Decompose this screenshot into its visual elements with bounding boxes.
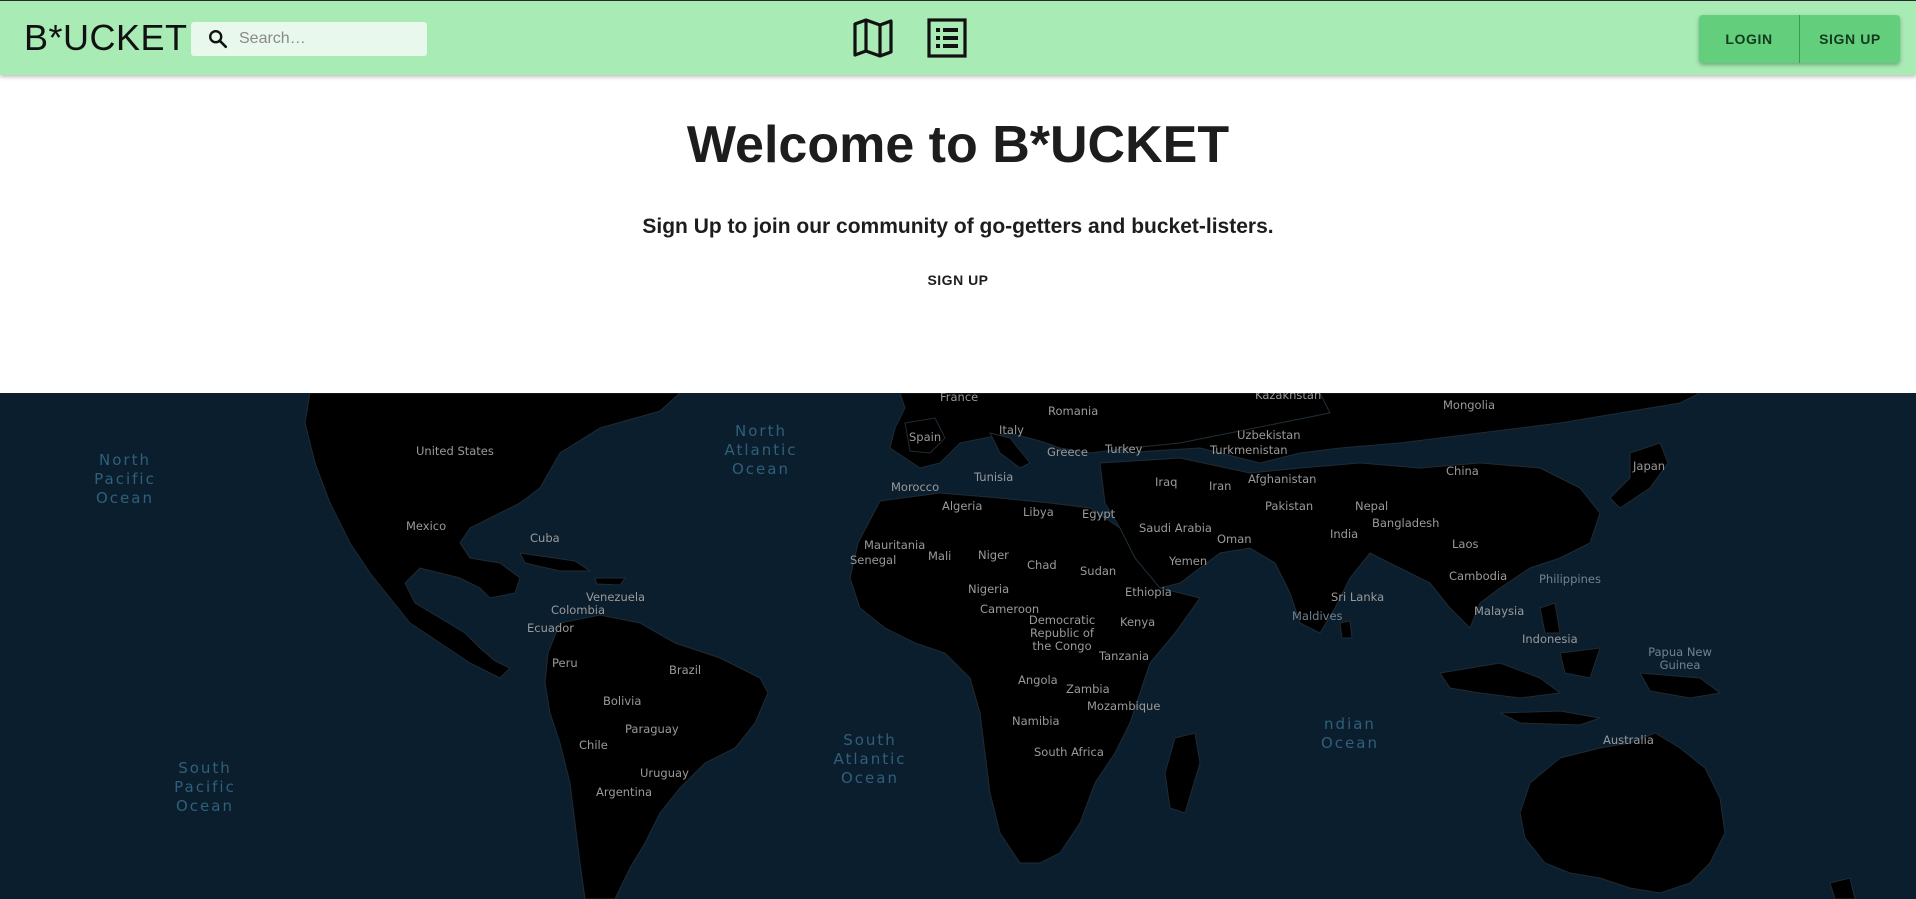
country-label: India (1330, 527, 1359, 541)
country-label: Niger (978, 548, 1009, 562)
country-label: Algeria (942, 499, 983, 513)
country-label: Mozambique (1087, 699, 1161, 713)
country-label: Iraq (1155, 475, 1178, 489)
country-label: Ethiopia (1125, 585, 1172, 599)
app-bar: B*UCKET LOGIN SIGN UP (0, 0, 1916, 75)
world-map-land (304, 393, 1856, 899)
ocean-label: ndian Ocean (1321, 715, 1379, 752)
country-label: Uruguay (640, 766, 689, 780)
ocean-label: North Atlantic Ocean (724, 422, 798, 478)
country-label: Mongolia (1443, 398, 1496, 412)
country-label: Maldives (1292, 609, 1343, 623)
country-label: Kenya (1120, 615, 1156, 629)
country-label: Libya (1023, 505, 1054, 519)
country-label: Turkmenistan (1210, 443, 1288, 457)
country-label: Nigeria (968, 582, 1010, 596)
ocean-label: North Pacific Ocean (94, 451, 156, 507)
country-label: Tanzania (1099, 649, 1150, 663)
country-label: Papua New Guinea (1648, 645, 1712, 672)
hero-signup-button[interactable]: SIGN UP (918, 264, 998, 296)
country-label: Spain (909, 430, 942, 444)
country-label: Kazakhstan (1255, 393, 1322, 402)
country-label: France (940, 393, 979, 404)
country-label: Italy (999, 423, 1024, 437)
country-label: Peru (552, 656, 578, 670)
search-input[interactable] (239, 30, 419, 48)
country-label: Japan (1633, 459, 1666, 473)
country-label: Egypt (1082, 507, 1116, 521)
country-label: Saudi Arabia (1139, 521, 1212, 535)
country-label: Bangladesh (1372, 516, 1440, 530)
country-label: Angola (1018, 673, 1058, 687)
country-label: Turkey (1105, 442, 1143, 456)
country-label: Pakistan (1265, 499, 1314, 513)
hero-subtitle: Sign Up to join our community of go-gett… (642, 215, 1274, 238)
country-label: Brazil (669, 663, 702, 677)
country-label: Nepal (1355, 499, 1389, 513)
auth-button-group: LOGIN SIGN UP (1699, 15, 1900, 63)
country-label: Indonesia (1522, 632, 1578, 646)
login-button[interactable]: LOGIN (1699, 15, 1799, 63)
ocean-label: South Pacific Ocean (174, 759, 236, 815)
brand-logo[interactable]: B*UCKET (24, 18, 188, 58)
signup-button[interactable]: SIGN UP (1799, 15, 1900, 63)
country-label: Mali (928, 549, 952, 563)
country-label: Tunisia (974, 470, 1014, 484)
country-label: Afghanistan (1248, 472, 1317, 486)
country-label: Iran (1209, 479, 1232, 493)
country-label: Namibia (1012, 714, 1060, 728)
country-label: Zambia (1066, 682, 1110, 696)
country-label: Argentina (596, 785, 653, 799)
country-label: Yemen (1169, 554, 1208, 568)
country-label: Romania (1048, 404, 1099, 418)
country-label: Greece (1047, 445, 1088, 459)
search-box[interactable] (191, 22, 427, 56)
country-label: Philippines (1539, 572, 1601, 586)
country-label: Sudan (1080, 564, 1117, 578)
country-label: Cambodia (1449, 569, 1508, 583)
list-icon[interactable] (926, 17, 968, 59)
hero-title: Welcome to B*UCKET (686, 116, 1230, 174)
country-label: Bolivia (603, 694, 642, 708)
country-label: Chile (579, 738, 608, 752)
search-icon (209, 30, 228, 49)
country-label: Democratic Republic of the Congo (1028, 613, 1096, 653)
country-label: Sri Lanka (1331, 590, 1385, 604)
country-label: Morocco (891, 480, 940, 494)
world-map[interactable]: North Pacific Ocean North Atlantic Ocean… (0, 393, 1916, 899)
country-label: Uzbekistan (1237, 428, 1301, 442)
country-label: Ecuador (527, 621, 574, 635)
country-label: Senegal (850, 553, 897, 567)
country-label: United States (416, 444, 494, 458)
country-label: China (1446, 464, 1479, 478)
country-label: Malaysia (1474, 604, 1525, 618)
welcome-hero: Welcome to B*UCKET Sign Up to join our c… (0, 75, 1916, 393)
country-label: Colombia (551, 603, 606, 617)
map-icon[interactable] (852, 17, 894, 59)
country-label: South Africa (1034, 745, 1104, 759)
country-label: Cuba (530, 531, 560, 545)
country-label: Mexico (406, 519, 447, 533)
country-label: Oman (1217, 532, 1252, 546)
country-label: Paraguay (625, 722, 679, 736)
country-label: Mauritania (864, 538, 926, 552)
country-label: Australia (1603, 733, 1654, 747)
country-label: Laos (1452, 537, 1479, 551)
ocean-label: South Atlantic Ocean (833, 731, 907, 787)
country-label: Chad (1027, 558, 1057, 572)
